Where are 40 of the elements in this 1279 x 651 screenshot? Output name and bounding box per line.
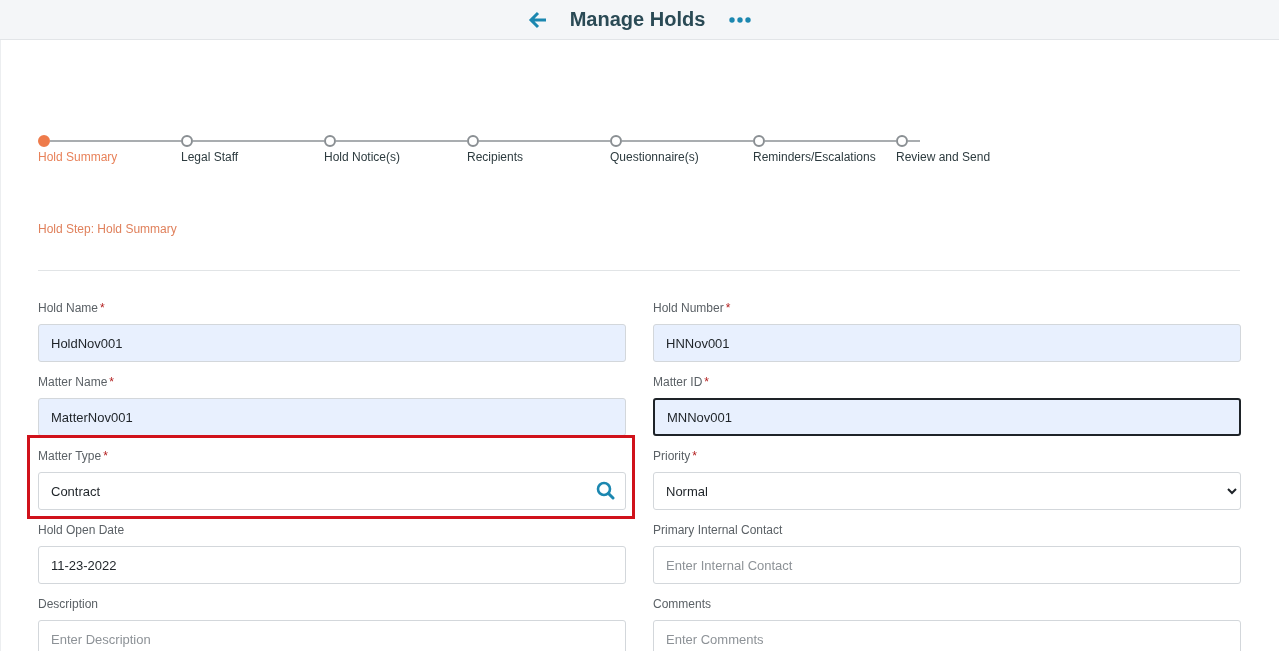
step-tab[interactable]: Hold Notice(s) xyxy=(324,150,401,164)
field-label: Primary Internal Contact xyxy=(653,522,783,538)
text-field[interactable]: Enter Comments xyxy=(653,620,1241,651)
required-mark: * xyxy=(109,374,115,390)
required-mark: * xyxy=(100,300,105,316)
text-field[interactable]: MNNov001 xyxy=(653,398,1241,436)
required-mark: * xyxy=(692,448,697,464)
step-tab[interactable]: Reminders/Escalations xyxy=(753,150,876,164)
text-field[interactable]: MatterNov001 xyxy=(38,398,626,436)
step-tab[interactable]: Recipients xyxy=(467,150,524,164)
field-label: Hold Open Date xyxy=(38,522,125,538)
field-label: Hold Name xyxy=(38,300,99,316)
text-field[interactable]: Enter Internal Contact xyxy=(653,546,1241,584)
priority-dropdown[interactable]: Normal xyxy=(653,472,1241,510)
step-tab[interactable]: Legal Staff xyxy=(181,150,239,164)
field-label: Matter Type xyxy=(38,448,102,464)
search-button[interactable] xyxy=(596,481,615,500)
search-field[interactable]: Contract xyxy=(38,472,626,510)
more-button[interactable] xyxy=(729,16,752,23)
step-tab[interactable]: Questionnaire(s) xyxy=(610,150,699,164)
text-field[interactable]: 11-23-2022 xyxy=(38,546,626,584)
field-label: Matter ID xyxy=(653,374,703,390)
text-field[interactable]: HNNov001 xyxy=(653,324,1241,362)
field-label: Description xyxy=(38,596,99,612)
text-field[interactable]: Enter Description xyxy=(38,620,626,651)
step-tab[interactable]: Review and Send xyxy=(896,150,991,164)
search-icon xyxy=(596,481,615,500)
required-mark: * xyxy=(725,300,731,316)
required-mark: * xyxy=(103,448,108,464)
text-field[interactable]: HoldNov001 xyxy=(38,324,626,362)
more-dots-icon xyxy=(729,16,752,23)
field-label: Comments xyxy=(653,596,711,612)
back-button[interactable] xyxy=(527,9,548,30)
step-caption: Hold Step: Hold Summary xyxy=(38,222,178,236)
field-label: Hold Number xyxy=(653,300,724,316)
field-label: Matter Name xyxy=(38,374,108,390)
arrow-left-icon xyxy=(527,9,548,30)
field-label: Priority xyxy=(653,448,691,464)
required-mark: * xyxy=(704,374,709,390)
page-title: Manage Holds xyxy=(569,8,706,31)
